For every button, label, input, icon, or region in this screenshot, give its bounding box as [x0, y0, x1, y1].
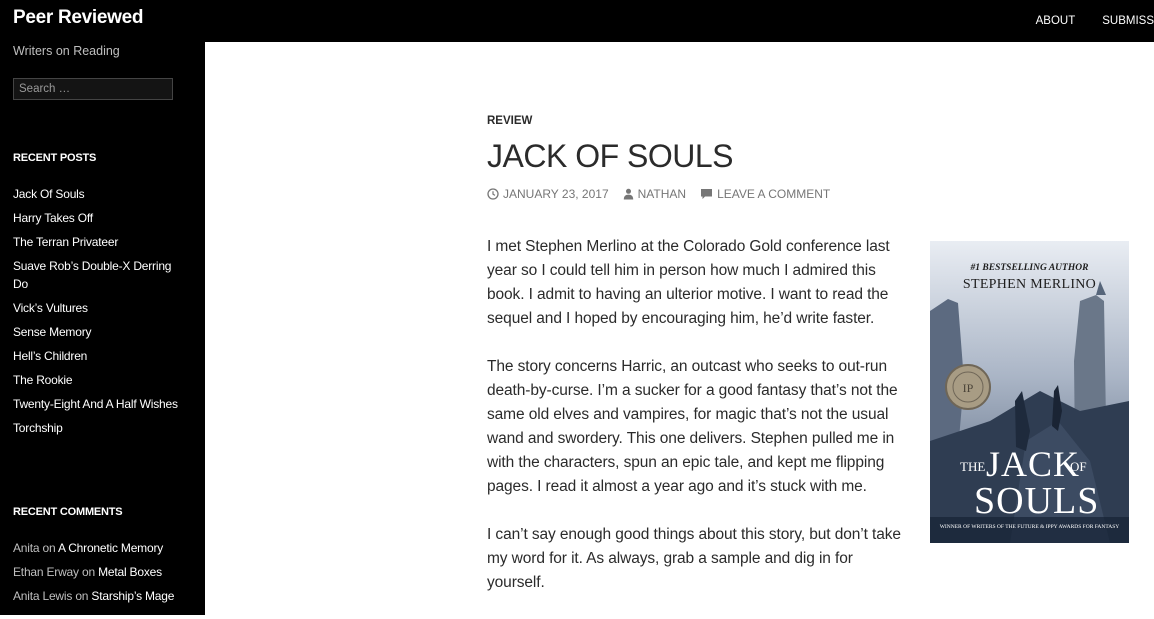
clock-icon [487, 188, 499, 200]
comment-on: on [81, 565, 95, 579]
recent-posts-list: Jack Of Souls Harry Takes Off The Terran… [13, 185, 188, 443]
nav-about[interactable]: ABOUT [1036, 15, 1076, 27]
comment-on: on [42, 541, 56, 555]
book-title-the: THE [960, 459, 986, 474]
meta-author[interactable]: NATHAN [623, 187, 686, 201]
paragraph: I can’t say enough good things about thi… [487, 526, 901, 591]
category-link[interactable]: REVIEW [487, 115, 532, 127]
paragraph: The story concerns Harric, an outcast wh… [487, 358, 898, 495]
user-icon [623, 188, 633, 200]
book-award: WINNER OF WRITERS OF THE FUTURE & IPPY A… [939, 524, 1120, 530]
book-tagline: #1 BESTSELLING AUTHOR [970, 263, 1089, 273]
book-cover-image: IP #1 BESTSELLING AUTHOR STEPHEN MERLINO… [930, 241, 1129, 543]
article-title: JACK OF SOULS [487, 138, 734, 174]
search-input[interactable] [13, 78, 173, 100]
comment-post-link[interactable]: Starship’s Mage [91, 589, 174, 603]
recent-comments-list: Anita on A Chronetic Memory Ethan Erway … [13, 539, 203, 611]
paragraph: I met Stephen Merlino at the Colorado Go… [487, 238, 890, 327]
recent-comment: Anita Lewis on Starship’s Mage [13, 587, 203, 605]
recent-posts-heading: RECENT POSTS [13, 152, 97, 164]
site-tagline: Writers on Reading [13, 44, 120, 58]
sidebar: Writers on Reading RECENT POSTS Jack Of … [0, 42, 205, 615]
recent-post-link[interactable]: The Terran Privateer [13, 233, 188, 251]
svg-text:IP: IP [963, 381, 974, 395]
meta-comment[interactable]: LEAVE A COMMENT [700, 187, 830, 201]
main-nav: ABOUT SUBMISS [1009, 0, 1154, 42]
comment-post-link[interactable]: A Chronetic Memory [58, 541, 163, 555]
post-author: NATHAN [637, 187, 687, 201]
recent-post-link[interactable]: The Rookie [13, 371, 188, 389]
recent-post-link[interactable]: Suave Rob’s Double-X Derring Do [13, 257, 188, 293]
recent-comment: Anita on A Chronetic Memory [13, 539, 203, 557]
recent-post-link[interactable]: Vick’s Vultures [13, 299, 188, 317]
post-date: JANUARY 23, 2017 [503, 187, 609, 201]
comment-author: Anita [13, 541, 40, 555]
recent-post-link[interactable]: Sense Memory [13, 323, 188, 341]
recent-comments-heading: RECENT COMMENTS [13, 506, 123, 518]
recent-post-link[interactable]: Harry Takes Off [13, 209, 188, 227]
site-title[interactable]: Peer Reviewed [13, 7, 144, 29]
comment-on: on [75, 589, 89, 603]
nav-submissions[interactable]: SUBMISS [1102, 15, 1154, 27]
recent-post-link[interactable]: Hell’s Children [13, 347, 188, 365]
recent-post-link[interactable]: Twenty-Eight And A Half Wishes [13, 395, 188, 413]
article-body: I met Stephen Merlino at the Colorado Go… [487, 235, 912, 619]
recent-post-link[interactable]: Jack Of Souls [13, 185, 188, 203]
book-author: STEPHEN MERLINO [962, 277, 1097, 292]
top-bar: Peer Reviewed ABOUT SUBMISS [0, 0, 1154, 42]
comment-icon [701, 189, 713, 199]
recent-comment: Ethan Erway on Metal Boxes [13, 563, 203, 581]
recent-post-link[interactable]: Torchship [13, 419, 188, 437]
meta-date[interactable]: JANUARY 23, 2017 [487, 187, 609, 201]
comment-author: Ethan Erway [13, 565, 79, 579]
article-meta: JANUARY 23, 2017 NATHAN LEAVE A COMMENT [487, 187, 844, 201]
book-title-of: OF [1070, 459, 1087, 474]
book-title-souls: SOULS [974, 480, 1100, 522]
comment-author: Anita Lewis [13, 589, 73, 603]
leave-comment-link: LEAVE A COMMENT [717, 187, 831, 201]
comment-post-link[interactable]: Metal Boxes [98, 565, 162, 579]
